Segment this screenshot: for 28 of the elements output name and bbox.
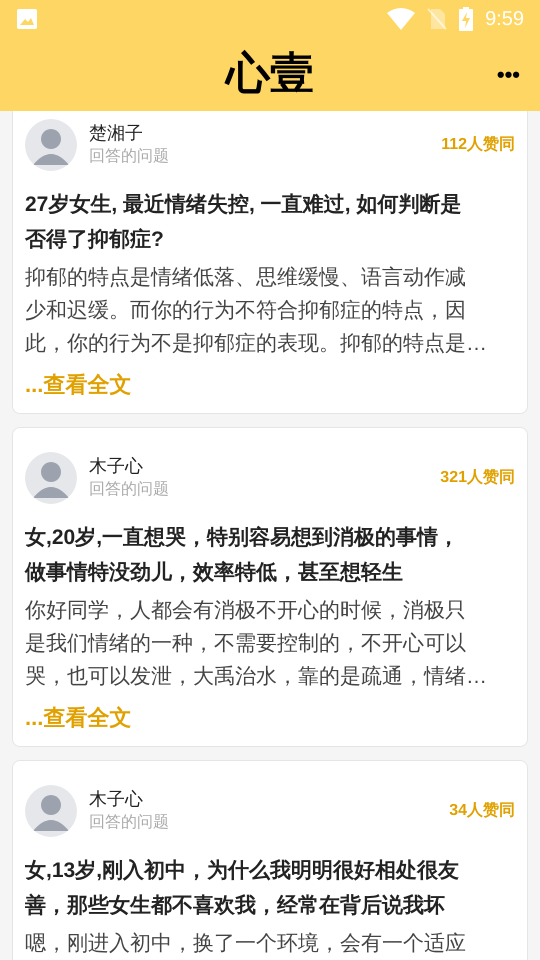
author-name: 木子心 bbox=[89, 455, 144, 478]
author-name: 楚湘子 bbox=[89, 122, 144, 145]
more-menu-button[interactable]: ••• bbox=[496, 58, 520, 90]
answer-excerpt: 你好同学，人都会有消极不开心的时候，消极只 是我们情绪的一种，不需要控制的，不开心可以 哭，也可以发泄，大禹治水，靠的是疏通，情绪… bbox=[25, 598, 488, 690]
like-count: 34人赞同 bbox=[449, 800, 515, 821]
answer-card[interactable]: 木子心 回答的问题 34人赞同 女,13岁,刚入初中，为什么我明明很好相处很友 善，那些女生都不喜欢我，经常在背后说我坏 嗯，刚进入初中，换了一个环境，会有一个适应 bbox=[12, 760, 528, 960]
answer-card[interactable]: 木子心 回答的问题 321人赞同 女,20岁,一直想哭，特别容易想到消极的事情， 做事情特没劲儿，效率特低，甚至想轻生 你好同学，人都会有消极不开心的时候，消极只 是我们情绪的一种，不需要控制的，不开心可以 哭，也可以发泄，大禹治水，靠的是疏通，情绪… ...查看全文 bbox=[12, 427, 528, 747]
avatar bbox=[25, 119, 77, 171]
avatar bbox=[25, 785, 77, 837]
answer-excerpt: 抑郁的特点是情绪低落、思维缓慢、语言动作减 少和迟缓。而你的行为不符合抑郁症的特点，因 此，你的行为不是抑郁症的表现。抑郁的特点是… bbox=[25, 265, 488, 357]
app-logo: 心壹 bbox=[226, 52, 314, 96]
question-title: 女,13岁,刚入初中，为什么我明明很好相处很友 善，那些女生都不喜欢我，经常在背后说我坏 bbox=[25, 858, 460, 919]
like-count: 321人赞同 bbox=[440, 468, 515, 488]
answer-excerpt: 嗯，刚进入初中，换了一个环境，会有一个适应 bbox=[25, 931, 467, 957]
answer-label: 回答的问题 bbox=[89, 147, 170, 167]
question-title: 女,20岁,一直想哭，特别容易想到消极的事情， 做事情特没劲儿，效率特低，甚至想轻生 bbox=[25, 524, 460, 586]
image-icon bbox=[16, 8, 38, 30]
answer-label: 回答的问题 bbox=[89, 480, 170, 500]
avatar bbox=[25, 452, 77, 504]
like-count: 112人赞同 bbox=[441, 134, 515, 155]
answer-label: 回答的问题 bbox=[89, 813, 170, 833]
wifi-icon bbox=[387, 8, 416, 30]
author-name: 木子心 bbox=[89, 788, 144, 811]
battery-icon bbox=[459, 6, 474, 30]
answer-card[interactable]: 楚湘子 回答的问题 112人赞同 27岁女生, 最近情绪失控, 一直难过, 如何判断是 否得了抑郁症? 抑郁的特点是情绪低落、思维缓慢、语言动作减 少和迟缓。而你的行为不符合抑郁症的特点，因 此，你的行为不是抑郁症的表现。抑郁的特点是… ...查看全文 bbox=[12, 111, 528, 414]
status-time: 9:59 bbox=[485, 6, 524, 32]
question-title: 27岁女生, 最近情绪失控, 一直难过, 如何判断是 否得了抑郁症? bbox=[25, 192, 462, 253]
no-sim-icon bbox=[427, 8, 448, 30]
